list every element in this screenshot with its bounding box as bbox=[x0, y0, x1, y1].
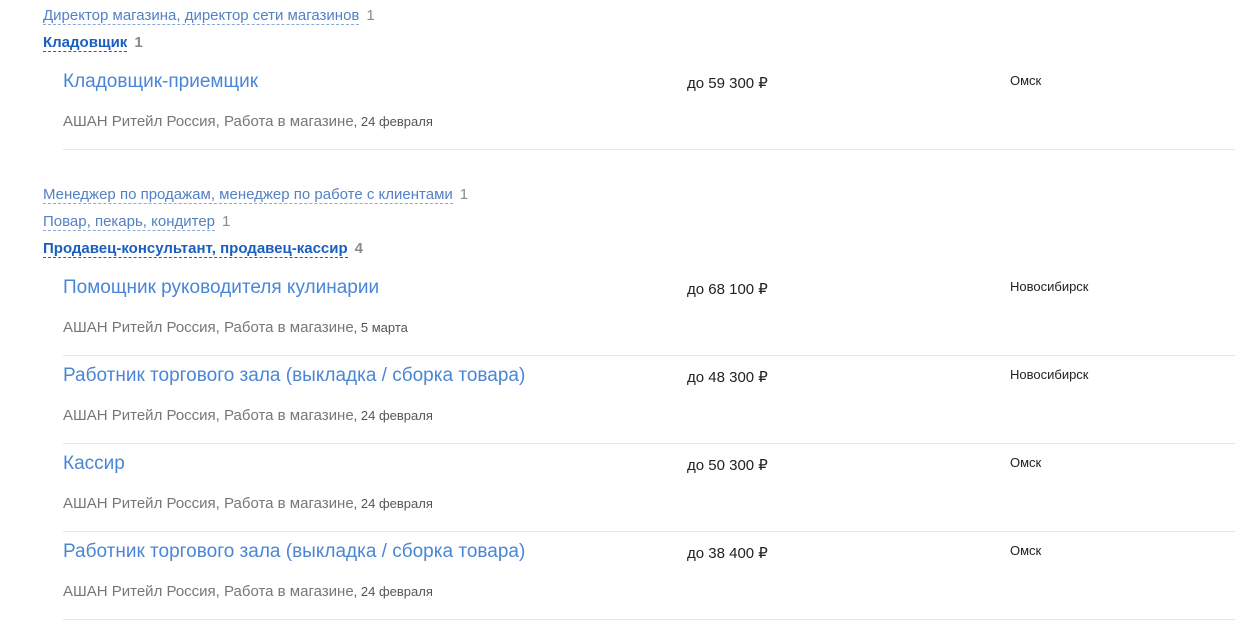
category-label[interactable]: Продавец-консультант, продавец-кассир bbox=[43, 240, 348, 258]
vacancy-salary: до 38 400 ₽ bbox=[687, 545, 768, 562]
vacancy-company[interactable]: АШАН Ритейл Россия, Работа в магазине bbox=[63, 319, 354, 336]
vacancy-city: Омск bbox=[1010, 543, 1042, 558]
vacancy-list-page: Директор магазина, директор сети магазин… bbox=[0, 0, 1235, 635]
vacancy-company[interactable]: АШАН Ритейл Россия, Работа в магазине bbox=[63, 113, 354, 130]
vacancy-meta: АШАН Ритейл Россия, Работа в магазине, 2… bbox=[63, 494, 433, 514]
vacancy-company[interactable]: АШАН Ритейл Россия, Работа в магазине bbox=[63, 407, 354, 424]
vacancy-city: Новосибирск bbox=[1010, 367, 1089, 382]
vacancy-item: Помощник руководителя кулинарии до 68 10… bbox=[63, 268, 1235, 356]
vacancy-salary: до 68 100 ₽ bbox=[687, 281, 768, 298]
vacancy-meta: АШАН Ритейл Россия, Работа в магазине, 5… bbox=[63, 318, 408, 338]
vacancy-title[interactable]: Кассир bbox=[63, 452, 125, 476]
vacancy-city: Новосибирск bbox=[1010, 279, 1089, 294]
category-sales-manager[interactable]: Менеджер по продажам, менеджер по работе… bbox=[43, 185, 468, 205]
vacancy-date: , 24 февраля bbox=[353, 496, 433, 511]
category-cook-baker[interactable]: Повар, пекарь, кондитер 1 bbox=[43, 212, 230, 232]
vacancy-meta: АШАН Ритейл Россия, Работа в магазине, 2… bbox=[63, 112, 433, 132]
vacancy-title[interactable]: Кладовщик-приемщик bbox=[63, 70, 258, 94]
vacancy-salary: до 48 300 ₽ bbox=[687, 369, 768, 386]
vacancy-item: Работник торгового зала (выкладка / сбор… bbox=[63, 356, 1235, 444]
vacancy-city: Омск bbox=[1010, 455, 1042, 470]
vacancy-city: Омск bbox=[1010, 73, 1042, 88]
category-count: 1 bbox=[366, 7, 375, 24]
vacancy-company[interactable]: АШАН Ритейл Россия, Работа в магазине bbox=[63, 583, 354, 600]
vacancy-company[interactable]: АШАН Ритейл Россия, Работа в магазине bbox=[63, 495, 354, 512]
category-sales-consultant[interactable]: Продавец-консультант, продавец-кассир 4 bbox=[43, 239, 363, 259]
vacancy-item: Кассир до 50 300 ₽ Омск АШАН Ритейл Росс… bbox=[63, 444, 1235, 532]
category-label[interactable]: Кладовщик bbox=[43, 34, 128, 52]
vacancy-date: , 24 февраля bbox=[353, 114, 433, 129]
vacancy-meta: АШАН Ритейл Россия, Работа в магазине, 2… bbox=[63, 406, 433, 426]
vacancy-meta: АШАН Ритейл Россия, Работа в магазине, 2… bbox=[63, 582, 433, 602]
vacancy-salary: до 59 300 ₽ bbox=[687, 75, 768, 92]
vacancy-date: , 5 марта bbox=[353, 320, 408, 335]
vacancy-title[interactable]: Работник торгового зала (выкладка / сбор… bbox=[63, 364, 525, 388]
vacancy-date: , 24 февраля bbox=[353, 584, 433, 599]
vacancy-date: , 24 февраля bbox=[353, 408, 433, 423]
vacancy-salary: до 50 300 ₽ bbox=[687, 457, 768, 474]
category-count: 1 bbox=[222, 213, 231, 230]
vacancy-item: Работник торгового зала (выкладка / сбор… bbox=[63, 532, 1235, 620]
category-count: 1 bbox=[134, 34, 143, 51]
category-storekeeper[interactable]: Кладовщик 1 bbox=[43, 33, 143, 53]
category-count: 1 bbox=[459, 186, 469, 203]
vacancy-item: Кладовщик-приемщик до 59 300 ₽ Омск АШАН… bbox=[63, 62, 1235, 150]
category-label[interactable]: Директор магазина, директор сети магазин… bbox=[43, 7, 360, 25]
vacancy-title[interactable]: Помощник руководителя кулинарии bbox=[63, 276, 379, 300]
category-count: 4 bbox=[354, 240, 364, 257]
category-label[interactable]: Менеджер по продажам, менеджер по работе… bbox=[43, 186, 453, 204]
category-store-director[interactable]: Директор магазина, директор сети магазин… bbox=[43, 6, 375, 26]
vacancy-title[interactable]: Работник торгового зала (выкладка / сбор… bbox=[63, 540, 525, 564]
category-label[interactable]: Повар, пекарь, кондитер bbox=[43, 213, 216, 231]
